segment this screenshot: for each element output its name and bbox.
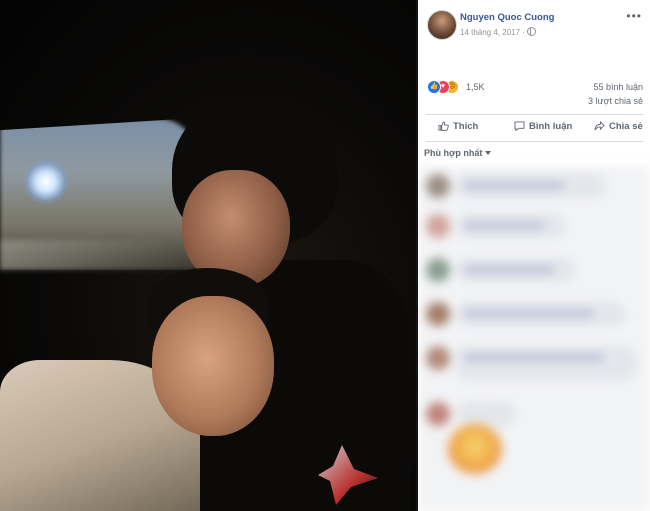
like-icon: 👍 [427, 80, 441, 94]
action-bar: Thích Bình luận Chia sẻ [426, 114, 644, 142]
author-name[interactable]: Nguyen Quoc Cuong [460, 12, 554, 23]
sort-label: Phù hợp nhất [424, 148, 483, 158]
caret-down-icon [485, 151, 492, 155]
share-arrow-icon [594, 121, 605, 131]
list-item [426, 402, 636, 432]
comment-text-blur [464, 310, 594, 317]
avatar [426, 402, 450, 426]
boy-face [152, 296, 274, 436]
reaction-count[interactable]: 1,5K [466, 82, 485, 92]
like-label: Thích [453, 121, 479, 132]
post-photo[interactable] [0, 0, 416, 511]
share-count[interactable]: 3 lượt chia sẻ [588, 96, 643, 106]
comment-text-blur [464, 354, 604, 361]
post-meta: 14 tháng 4, 2017 · [460, 27, 536, 37]
share-button[interactable]: Chia sẻ [594, 121, 643, 132]
comment-text-blur [464, 182, 564, 189]
comment-count[interactable]: 55 bình luận [593, 82, 643, 92]
comment-text-blur [464, 266, 554, 273]
list-item [426, 346, 636, 380]
street-light [24, 160, 68, 204]
thumbs-up-icon [438, 121, 449, 131]
light-streak [0, 240, 180, 270]
post-stats: 👍 ♥ ☹ 1,5K 55 bình luận 3 lượt chia sẻ [418, 78, 650, 108]
list-item [426, 214, 636, 244]
comment-bubble [456, 402, 516, 426]
sticker-image [448, 424, 502, 474]
comment-icon [514, 121, 525, 131]
like-button[interactable]: Thích [438, 121, 478, 132]
post-header: Nguyen Quoc Cuong 14 tháng 4, 2017 · ••• [418, 0, 650, 50]
list-item [426, 174, 636, 204]
list-item [426, 258, 636, 288]
avatar [426, 174, 450, 198]
post-panel: Nguyen Quoc Cuong 14 tháng 4, 2017 · •••… [418, 0, 650, 511]
comment-label: Bình luận [529, 121, 573, 132]
more-dots-icon[interactable]: ••• [626, 10, 642, 22]
share-label: Chia sẻ [609, 121, 643, 132]
avatar [426, 346, 450, 370]
comment-text-blur [464, 222, 544, 229]
globe-icon[interactable] [526, 27, 536, 36]
author-avatar[interactable] [427, 10, 457, 40]
comment-sort-dropdown[interactable]: Phù hợp nhất [424, 148, 492, 158]
blurred-comments [418, 166, 650, 511]
avatar [426, 302, 450, 326]
post-date[interactable]: 14 tháng 4, 2017 · [460, 28, 525, 37]
list-item [426, 302, 636, 332]
comment-button[interactable]: Bình luận [514, 121, 572, 132]
comment-bubble [456, 346, 636, 380]
avatar [426, 214, 450, 238]
avatar [426, 258, 450, 282]
